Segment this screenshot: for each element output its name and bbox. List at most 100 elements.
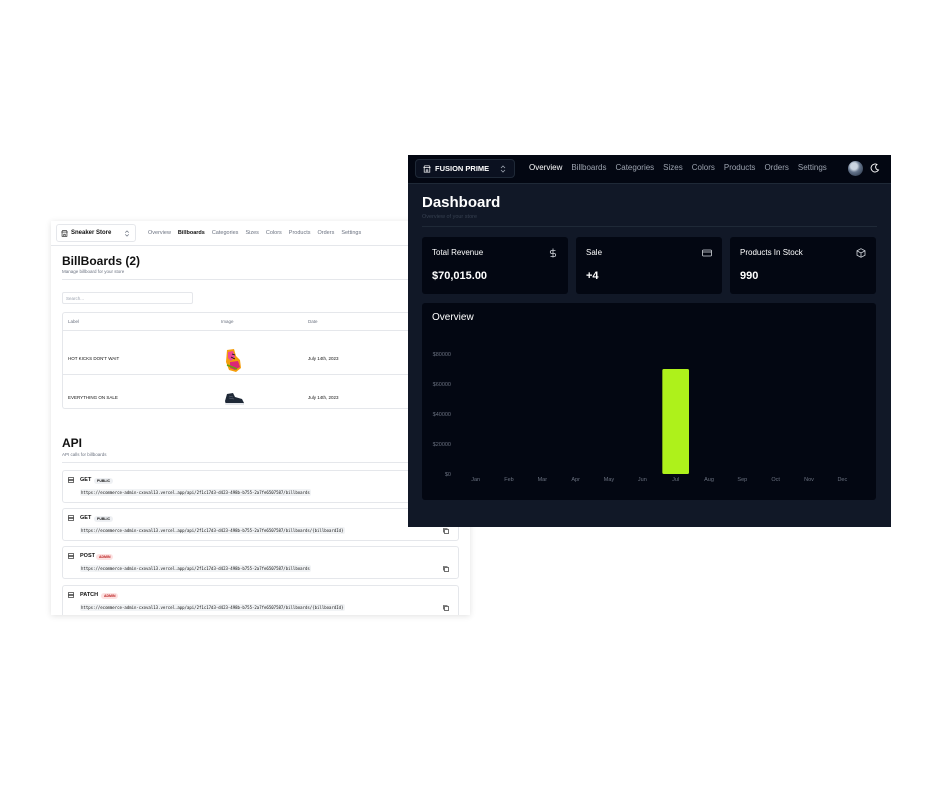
- overview-bar-chart: $0 $20000 $40000 $60000 $80000 Jan Feb Mar Apr Ma…: [433, 352, 848, 483]
- api-url: https://ecommerce-admin-cxoval13.vercel.…: [80, 604, 345, 611]
- moon-icon[interactable]: [870, 163, 880, 173]
- api-badge-admin: ADMIN: [96, 554, 114, 560]
- billboard-image-sneaker: [225, 393, 244, 405]
- top-nav: FUSION PRIME Overview Billboards Categor…: [408, 155, 891, 184]
- nav-orders[interactable]: Orders: [318, 230, 335, 236]
- server-icon: [68, 477, 74, 483]
- nav-overview[interactable]: Overview: [148, 230, 171, 236]
- stat-title: Total Revenue: [432, 248, 484, 257]
- x-tick-label: Feb: [504, 477, 513, 483]
- x-tick-label: Jan: [471, 477, 480, 483]
- stat-card-total-revenue: Total Revenue $70,015.00: [422, 237, 568, 294]
- chevrons-up-down-icon: [125, 229, 129, 237]
- credit-card-icon: [702, 249, 712, 257]
- nav-products[interactable]: Products: [289, 230, 311, 236]
- dollar-icon: [549, 248, 557, 258]
- api-url: https://ecommerce-admin-cxoval13.vercel.…: [80, 565, 311, 572]
- stat-title: Products In Stock: [740, 248, 803, 257]
- api-badge-public: PUBLIC: [94, 516, 114, 522]
- y-tick-label: $60000: [433, 382, 451, 388]
- nav-settings[interactable]: Settings: [798, 163, 827, 172]
- x-tick-label: Jun: [638, 477, 647, 483]
- search-input[interactable]: Search...: [62, 292, 193, 304]
- nav-sizes[interactable]: Sizes: [663, 163, 683, 172]
- page-title: BillBoards (2): [62, 254, 141, 268]
- chevrons-up-down-icon: [500, 165, 506, 173]
- nav-billboards[interactable]: Billboards: [178, 230, 205, 236]
- api-method: GET: [80, 477, 92, 483]
- copy-icon[interactable]: [443, 528, 449, 534]
- nav-settings[interactable]: Settings: [341, 230, 361, 236]
- stat-value: $70,015.00: [432, 270, 488, 282]
- api-method: POST: [80, 553, 95, 559]
- billboard-date: July 14th, 2023: [308, 395, 339, 400]
- api-url: https://ecommerce-admin-cxoval13.vercel.…: [80, 527, 345, 534]
- nav-products[interactable]: Products: [724, 163, 756, 172]
- stat-card-sale: Sale +4: [576, 237, 722, 294]
- api-badge-public: PUBLIC: [94, 478, 114, 484]
- billboard-label: HOT KICKS DON'T WAIT: [68, 356, 120, 361]
- nav-overview[interactable]: Overview: [529, 163, 562, 172]
- nav-sizes[interactable]: Sizes: [245, 230, 258, 236]
- dashboard-window: FUSION PRIME Overview Billboards Categor…: [408, 155, 891, 527]
- store-switcher-label: Sneaker Store: [71, 230, 112, 236]
- overview-card: Overview $0 $20000 $40000 $60000 $80000 Jan Fe…: [422, 303, 876, 500]
- x-tick-label: Nov: [804, 477, 814, 483]
- api-call-card: GET PUBLIC https://ecommerce-admin-cxova…: [62, 470, 459, 503]
- api-call-card: PATCH ADMIN https://ecommerce-admin-cxov…: [62, 585, 459, 615]
- store-icon: [423, 165, 431, 173]
- store-switcher[interactable]: FUSION PRIME: [415, 159, 515, 178]
- page-subtitle: Manage billboard for your store: [62, 269, 125, 274]
- y-tick-label: $40000: [433, 412, 451, 418]
- stat-value: +4: [586, 270, 599, 282]
- nav-colors[interactable]: Colors: [266, 230, 282, 236]
- nav-categories[interactable]: Categories: [212, 230, 239, 236]
- nav-billboards[interactable]: Billboards: [571, 163, 606, 172]
- server-icon: [68, 592, 74, 598]
- api-section-title: API: [62, 436, 83, 450]
- nav-colors[interactable]: Colors: [692, 163, 715, 172]
- x-tick-label: Aug: [704, 477, 714, 483]
- page-subtitle: Overview of your store: [422, 214, 478, 220]
- package-icon: [856, 248, 866, 258]
- column-header-image: Image: [221, 319, 234, 324]
- api-section-subtitle: API calls for billboards: [62, 452, 107, 457]
- main-nav: Overview Billboards Categories Sizes Col…: [529, 163, 836, 172]
- column-header-label: Label: [68, 319, 80, 324]
- api-badge-admin: ADMIN: [101, 593, 119, 599]
- billboard-date: July 14th, 2023: [308, 356, 339, 361]
- main-nav: Overview Billboards Categories Sizes Col…: [148, 230, 368, 236]
- server-icon: [68, 515, 74, 521]
- stat-card-products-in-stock: Products In Stock 990: [730, 237, 876, 294]
- api-method: PATCH: [80, 592, 99, 598]
- x-tick-label: Mar: [538, 477, 548, 483]
- y-tick-label: $80000: [433, 352, 451, 358]
- stat-title: Sale: [586, 248, 603, 257]
- column-header-date: Date: [308, 319, 318, 324]
- api-call-card: GET PUBLIC https://ecommerce-admin-cxova…: [62, 508, 459, 541]
- billboard-image-sneaker: [226, 349, 241, 372]
- stat-value: 990: [740, 270, 759, 282]
- copy-icon[interactable]: [443, 605, 449, 611]
- store-switcher-label: FUSION PRIME: [435, 164, 490, 173]
- nav-categories[interactable]: Categories: [615, 163, 654, 172]
- x-tick-label: Jul: [672, 477, 679, 483]
- bar-jul: [662, 368, 689, 474]
- y-tick-label: $20000: [433, 442, 451, 448]
- api-method: GET: [80, 515, 92, 521]
- store-switcher[interactable]: Sneaker Store: [56, 224, 136, 242]
- copy-icon[interactable]: [443, 566, 449, 572]
- api-call-card: POST ADMIN https://ecommerce-admin-cxova…: [62, 546, 459, 579]
- divider: [422, 226, 877, 227]
- api-url: https://ecommerce-admin-cxoval13.vercel.…: [80, 489, 311, 496]
- store-icon: [61, 229, 68, 237]
- x-tick-label: Dec: [837, 477, 847, 483]
- server-icon: [68, 553, 74, 559]
- billboard-label: EVERYTHING ON SALE: [68, 395, 118, 400]
- user-avatar[interactable]: [848, 161, 863, 176]
- y-tick-label: $0: [445, 472, 451, 478]
- page-title: Dashboard: [422, 194, 501, 211]
- x-tick-label: Oct: [771, 477, 780, 483]
- nav-orders[interactable]: Orders: [764, 163, 788, 172]
- x-tick-label: Sep: [737, 477, 747, 483]
